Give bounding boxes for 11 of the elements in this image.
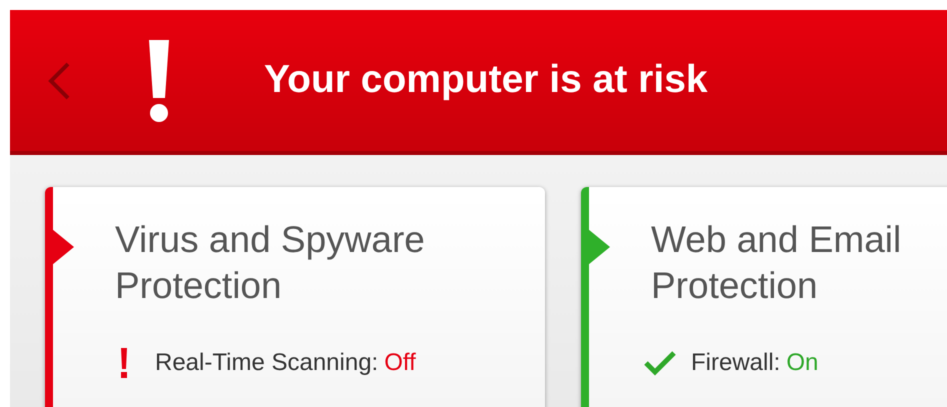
status-label: Real-Time Scanning: (155, 348, 378, 378)
pointer-triangle-icon (52, 229, 74, 265)
status-label: Firewall: (691, 348, 780, 378)
card-title: Web and Email Protection (651, 218, 902, 308)
card-title: Virus and Spyware Protection (115, 218, 426, 308)
back-chevron-icon (46, 60, 72, 100)
exclamation-icon (146, 40, 172, 122)
pointer-triangle-icon (588, 229, 610, 265)
status-value: Off (384, 348, 416, 378)
status-value: On (786, 348, 818, 378)
header-title: Your computer is at risk (264, 57, 708, 104)
